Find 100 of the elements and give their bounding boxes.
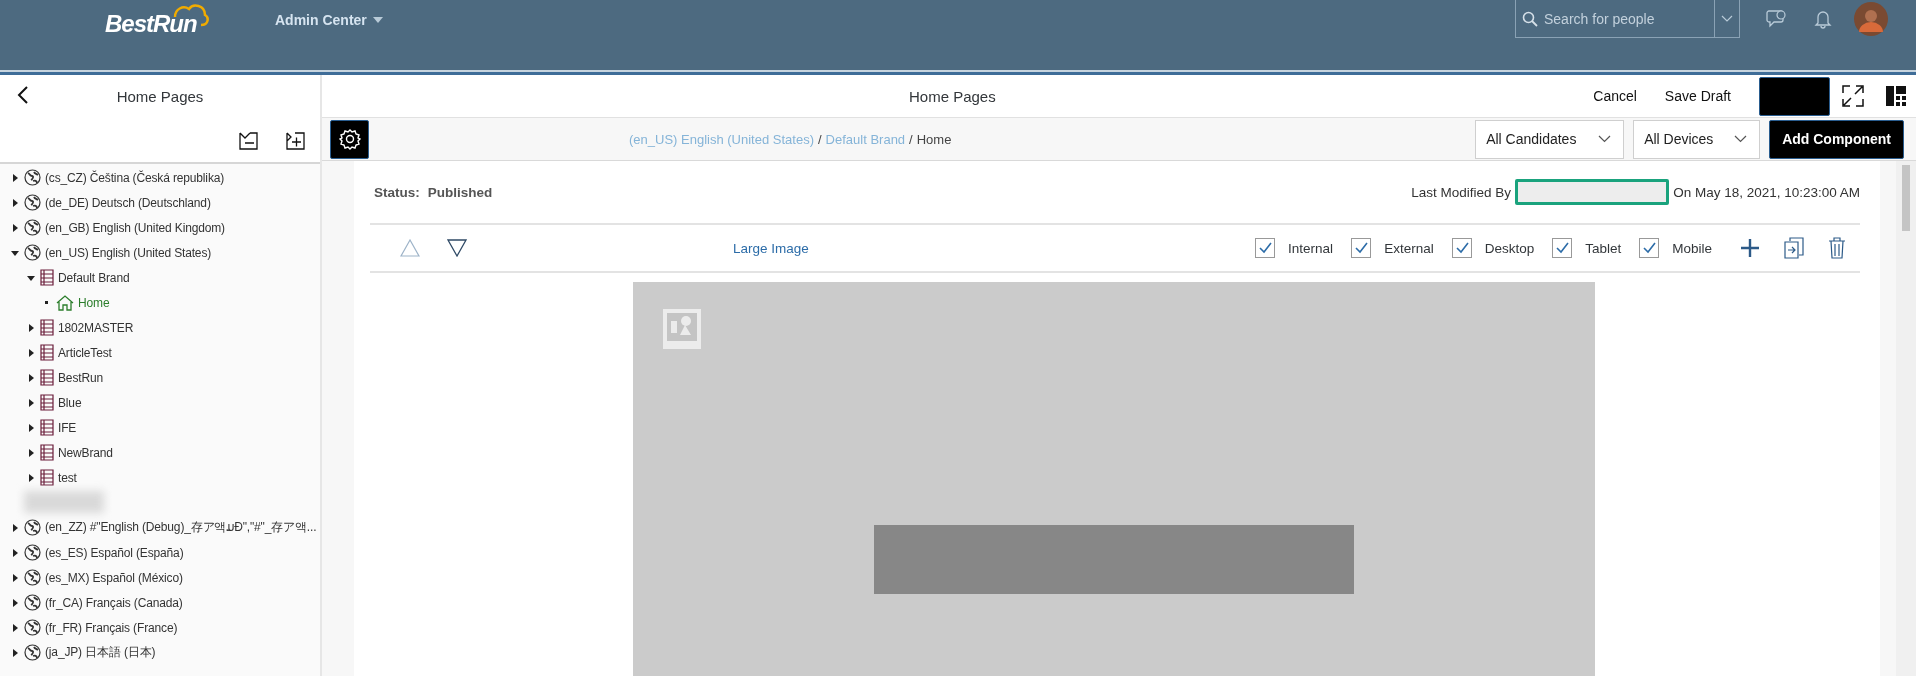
- tree-item[interactable]: IFE: [58, 420, 77, 435]
- caret-icon[interactable]: [10, 222, 20, 233]
- globe-icon: [24, 519, 41, 536]
- list-icon: [40, 319, 54, 336]
- scrollbar-thumb[interactable]: [1902, 165, 1910, 231]
- tree-item[interactable]: (de_DE) Deutsch (Deutschland): [45, 195, 211, 210]
- status-label: Status:: [374, 184, 420, 200]
- checkbox-label: Mobile: [1672, 240, 1712, 256]
- tree-item[interactable]: (es_ES) Español (España): [45, 545, 184, 560]
- redacted-button[interactable]: [1759, 76, 1830, 116]
- list-icon: [40, 369, 54, 386]
- search-input[interactable]: Search for people: [1542, 9, 1710, 28]
- globe-icon: [24, 169, 41, 186]
- move-down-icon[interactable]: [447, 239, 467, 257]
- image-icon: [663, 309, 701, 349]
- caret-icon[interactable]: [10, 572, 20, 583]
- status-value: Published: [427, 184, 493, 200]
- checkbox[interactable]: [1255, 238, 1276, 258]
- tree-item[interactable]: (en_ZZ) #"English (Debug)_存ア액ມĐ","#"_存ア액...: [45, 519, 317, 536]
- caret-icon[interactable]: [10, 522, 20, 533]
- caret-icon[interactable]: [10, 197, 20, 208]
- tree-item[interactable]: NewBrand: [58, 445, 113, 460]
- caret-icon[interactable]: [10, 547, 20, 558]
- tree-item[interactable]: BestRun: [58, 370, 103, 385]
- list-icon: [40, 444, 54, 461]
- chevron-icon: [1734, 135, 1748, 143]
- tree-item[interactable]: (ja_JP) 日本語 (日本): [45, 644, 156, 661]
- list-icon: [40, 419, 54, 436]
- tree-item[interactable]: (cs_CZ) Čeština (Česká republika): [45, 170, 225, 185]
- caret-icon: [372, 17, 383, 23]
- list-icon: [40, 269, 54, 286]
- logo-text: BestRun: [105, 10, 197, 38]
- list-icon: [40, 344, 54, 361]
- globe-icon: [24, 569, 41, 586]
- action-button[interactable]: Save Draft: [1664, 88, 1731, 104]
- search-field[interactable]: Search for people: [1515, 0, 1740, 38]
- caret-icon[interactable]: [26, 397, 36, 408]
- tree-item[interactable]: (fr_CA) Français (Canada): [45, 595, 183, 610]
- globe-icon: [24, 644, 41, 661]
- app-menu[interactable]: Admin Center: [275, 10, 383, 30]
- checkbox[interactable]: [1639, 238, 1660, 258]
- globe-icon: [24, 594, 41, 611]
- globe-icon: [24, 544, 41, 561]
- checkbox[interactable]: [1552, 238, 1573, 258]
- caret-icon[interactable]: [10, 622, 20, 633]
- action-button[interactable]: Cancel: [1593, 88, 1637, 104]
- tree-item[interactable]: (fr_FR) Français (France): [45, 620, 178, 635]
- chat-icon[interactable]: [1766, 9, 1788, 29]
- tree-item[interactable]: test: [58, 470, 77, 485]
- globe-icon: [24, 244, 41, 261]
- tree-item[interactable]: Home: [78, 295, 110, 310]
- copy-icon[interactable]: [1784, 237, 1804, 259]
- layout-icon[interactable]: [1886, 86, 1906, 106]
- separator: /: [909, 131, 913, 147]
- globe-icon: [24, 194, 41, 211]
- tree-item[interactable]: (en_GB) English (United Kingdom): [45, 220, 225, 235]
- filter-dropdown[interactable]: All Candidates: [1475, 119, 1625, 159]
- caret-icon[interactable]: [10, 172, 20, 183]
- last-modified-date: On May 18, 2021, 10:23:00 AM: [1673, 184, 1860, 200]
- back-icon[interactable]: [17, 85, 29, 105]
- tree-item[interactable]: (es_MX) Español (México): [45, 570, 183, 585]
- checkbox[interactable]: [1351, 238, 1372, 258]
- filter-dropdown[interactable]: All Devices: [1633, 119, 1761, 159]
- tree-item[interactable]: 1802MASTER: [58, 320, 134, 335]
- tree-item[interactable]: (en_US) English (United States): [45, 245, 212, 260]
- home-icon: [56, 294, 74, 311]
- search-icon: [1522, 10, 1538, 27]
- trash-icon[interactable]: [1828, 237, 1846, 259]
- separator: /: [818, 131, 822, 147]
- tree-item[interactable]: ArticleTest: [58, 345, 112, 360]
- panel-title: Home Pages: [116, 87, 204, 105]
- bell-icon[interactable]: [1814, 9, 1832, 29]
- checkbox-label: Desktop: [1484, 240, 1535, 256]
- tree-item[interactable]: Default Brand: [58, 270, 130, 285]
- globe-icon: [24, 619, 41, 636]
- list-icon: [40, 469, 54, 486]
- checkbox-label: Tablet: [1585, 240, 1622, 256]
- last-modified-label: Last Modified By: [1411, 184, 1512, 200]
- add-icon[interactable]: [1740, 238, 1760, 258]
- caret-icon[interactable]: [26, 347, 36, 358]
- breadcrumb-current: Home: [916, 131, 952, 147]
- chevron-icon: [1721, 15, 1733, 22]
- settings-icon: [338, 128, 361, 150]
- add-component-button[interactable]: Add Component: [1769, 119, 1904, 159]
- globe-icon: [24, 219, 41, 236]
- caret-icon[interactable]: [10, 647, 20, 658]
- component-name[interactable]: Large Image: [733, 240, 809, 256]
- caret-icon[interactable]: [26, 472, 36, 483]
- logo[interactable]: BestRun: [105, 0, 225, 40]
- caret-icon[interactable]: [26, 447, 36, 458]
- fullscreen-icon[interactable]: [1842, 85, 1864, 107]
- checkbox[interactable]: [1451, 238, 1472, 258]
- settings-button[interactable]: [330, 119, 369, 159]
- caret-icon[interactable]: [10, 597, 20, 608]
- tree-item[interactable]: Blue: [58, 395, 82, 410]
- caret-icon[interactable]: [26, 422, 36, 433]
- caret-icon[interactable]: [26, 372, 36, 383]
- caret-icon[interactable]: [26, 322, 36, 333]
- chevron-icon: [1598, 135, 1612, 143]
- list-icon: [40, 394, 54, 411]
